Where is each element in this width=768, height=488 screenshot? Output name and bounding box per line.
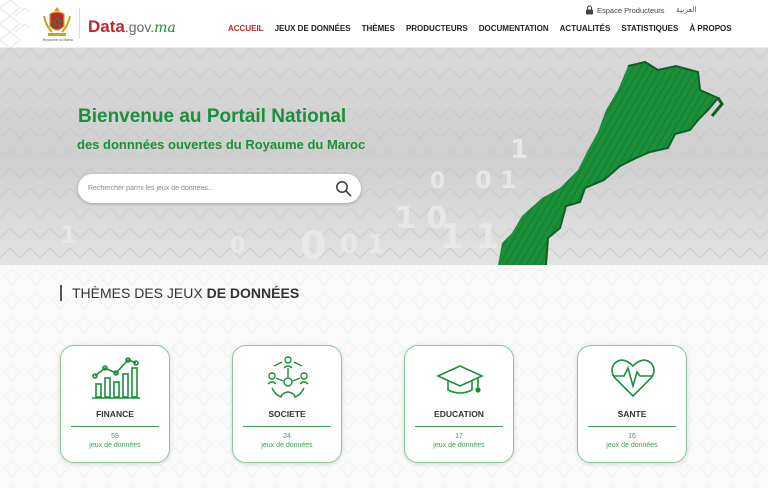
- svg-text:1: 1: [510, 135, 528, 165]
- search-icon[interactable]: [335, 180, 352, 197]
- svg-text:1 1: 1 1: [440, 217, 499, 257]
- nav-item-jeux-de-donnees[interactable]: JEUX DE DONNÉES: [275, 24, 351, 33]
- hero-banner: 0 0 1 1 0 1 1 0 1 0 1 0 1 Bienvenue au P…: [0, 48, 768, 265]
- header-pattern: [0, 0, 30, 48]
- main-nav: ACCUEIL JEUX DE DONNÉES THÈMES PRODUCTEU…: [228, 24, 732, 33]
- nav-item-accueil[interactable]: ACCUEIL: [228, 24, 264, 33]
- themes-heading-bold: DE DONNÉES: [206, 285, 300, 301]
- svg-text:0: 0: [430, 169, 445, 194]
- search-input[interactable]: [88, 181, 328, 196]
- svg-text:1: 1: [60, 221, 77, 249]
- people-network-icon: [267, 356, 309, 398]
- nav-item-producteurs[interactable]: PRODUCTEURS: [406, 24, 468, 33]
- theme-name: SOCIETE: [268, 409, 306, 419]
- theme-divider: [243, 426, 331, 427]
- lock-icon: [586, 5, 593, 15]
- nav-item-documentation[interactable]: DOCUMENTATION: [479, 24, 549, 33]
- theme-name: EDUCATION: [434, 409, 484, 419]
- svg-text:0: 0: [230, 234, 245, 259]
- svg-text:0 1: 0 1: [475, 166, 517, 194]
- chart-icon: [92, 357, 140, 399]
- nav-item-statistiques[interactable]: STATISTIQUES: [621, 24, 678, 33]
- espace-producteurs-label: Espace Producteurs: [597, 5, 665, 15]
- theme-count-label: jeux de données: [261, 442, 313, 449]
- nav-item-a-propos[interactable]: À PROPOS: [689, 24, 731, 33]
- theme-count-label: jeux de données: [606, 442, 658, 449]
- theme-divider: [415, 426, 503, 427]
- emblem-label: Royaume du Maroc: [42, 38, 74, 42]
- royal-emblem-icon[interactable]: [40, 4, 74, 42]
- theme-name: FINANCE: [96, 409, 134, 419]
- themes-heading-light: THÈMES DES JEUX: [72, 285, 203, 301]
- logo-ma: ma: [154, 20, 176, 36]
- arabic-language-link[interactable]: العربية: [676, 5, 697, 14]
- hero-subtitle: des donnnées ouvertes du Royaume du Maro…: [77, 137, 366, 152]
- theme-count-label: jeux de données: [89, 442, 141, 449]
- espace-producteurs-link[interactable]: Espace Producteurs: [585, 5, 665, 15]
- search-bar: [78, 174, 361, 203]
- theme-count-label: jeux de données: [433, 442, 485, 449]
- theme-count: 24: [283, 433, 291, 440]
- theme-card-education[interactable]: EDUCATION 17 jeux de données: [404, 345, 514, 463]
- site-header: Royaume du Maroc Data.gov.ma Espace Prod…: [0, 0, 768, 48]
- site-logo[interactable]: Data.gov.ma: [88, 17, 176, 37]
- header-separator: [79, 8, 80, 38]
- theme-divider: [588, 426, 676, 427]
- heart-pulse-icon: [611, 359, 655, 398]
- theme-card-finance[interactable]: FINANCE 59 jeux de données: [60, 345, 170, 463]
- nav-item-themes[interactable]: THÈMES: [362, 24, 395, 33]
- hero-background: 0 0 1 1 0 1 1 0 1 0 1 0 1: [0, 48, 768, 265]
- theme-card-societe[interactable]: SOCIETE 24 jeux de données: [232, 345, 342, 463]
- svg-text:0 1: 0 1: [340, 230, 385, 260]
- theme-count: 17: [455, 433, 463, 440]
- theme-count: 16: [628, 433, 636, 440]
- logo-gov: .gov.: [124, 19, 155, 35]
- hero-title: Bienvenue au Portail National: [78, 106, 347, 127]
- graduation-cap-icon: [436, 365, 484, 394]
- logo-data: Data: [88, 17, 125, 36]
- theme-name: SANTE: [617, 409, 647, 419]
- theme-divider: [71, 426, 159, 427]
- nav-item-actualites[interactable]: ACTUALITÉS: [560, 24, 611, 33]
- theme-card-sante[interactable]: SANTE 16 jeux de données: [577, 345, 687, 463]
- themes-heading: THÈMES DES JEUX DE DONNÉES: [60, 285, 299, 301]
- svg-text:0: 0: [300, 223, 326, 265]
- theme-count: 59: [111, 433, 119, 440]
